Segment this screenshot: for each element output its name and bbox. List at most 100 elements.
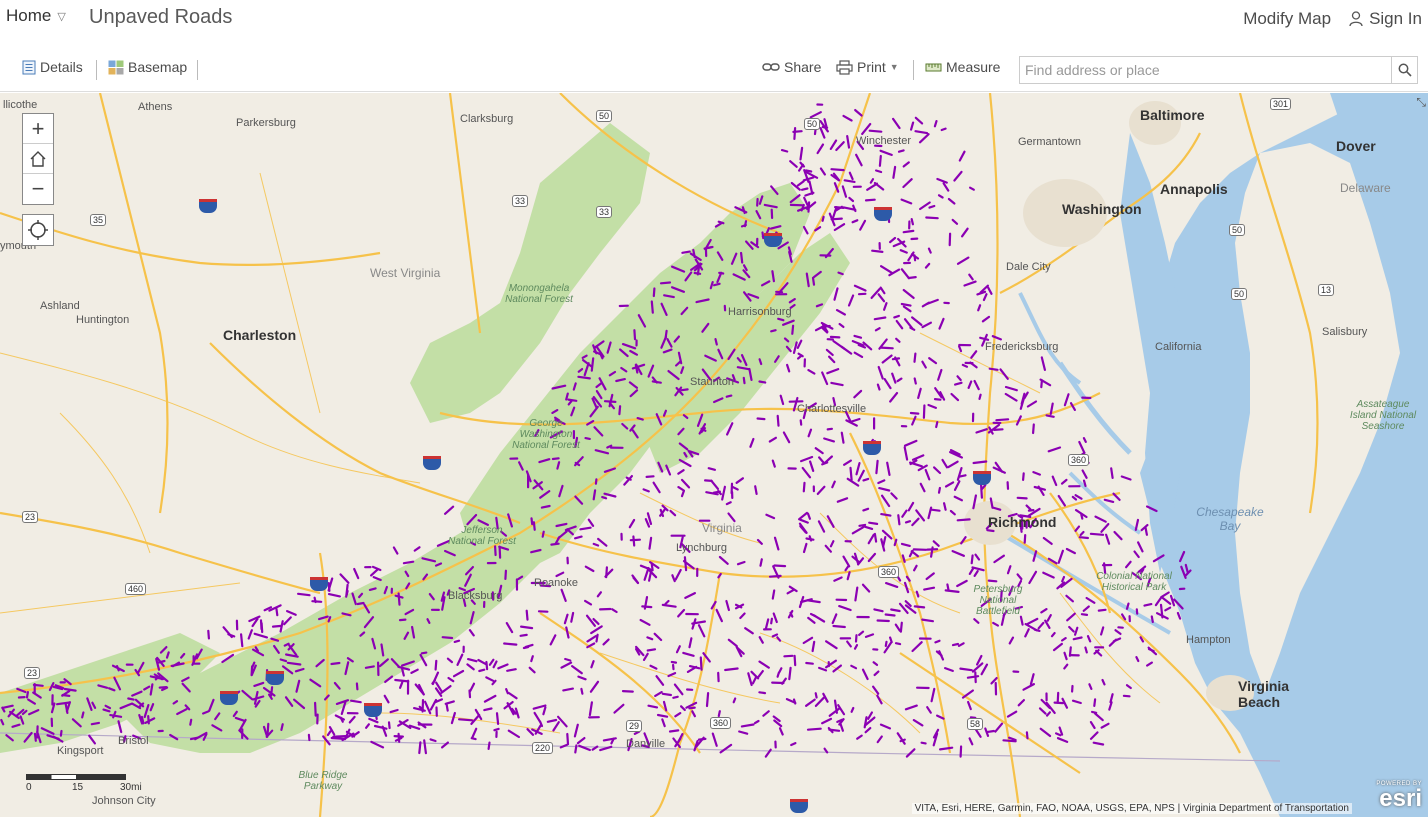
unpaved-road-segment	[867, 552, 877, 563]
unpaved-road-segment	[719, 743, 733, 754]
place-label: Huntington	[76, 314, 130, 326]
unpaved-road-segment	[937, 194, 944, 199]
map-view[interactable]: 50 50 35 33 33 23 460 301 50 50 13 360 3…	[0, 93, 1428, 817]
unpaved-road-segment	[650, 300, 654, 314]
unpaved-road-segment	[829, 335, 841, 339]
unpaved-road-segment	[270, 686, 274, 697]
search-input[interactable]	[1020, 57, 1392, 83]
home-menu[interactable]: Home ▽	[6, 6, 66, 26]
unpaved-road-segment	[953, 381, 963, 386]
details-button[interactable]: Details	[22, 59, 83, 75]
unpaved-road-segment	[1056, 737, 1069, 744]
unpaved-road-segment	[846, 477, 860, 487]
unpaved-road-segment	[664, 329, 668, 340]
unpaved-road-segment	[756, 538, 763, 545]
unpaved-road-segment	[979, 336, 990, 341]
unpaved-road-segment	[861, 583, 871, 593]
unpaved-road-segment	[247, 629, 253, 640]
unpaved-road-segment	[469, 682, 476, 693]
place-label: Charlottesville	[797, 403, 867, 415]
scalebar-tick: 15	[72, 782, 84, 793]
home-extent-button[interactable]	[23, 144, 53, 174]
unpaved-road-segment	[953, 495, 964, 502]
unpaved-road-segment	[525, 609, 529, 621]
unpaved-road-segment	[655, 675, 665, 686]
share-button[interactable]: Share	[762, 59, 821, 75]
toolbar-divider	[913, 60, 914, 80]
unpaved-road-segment	[1133, 550, 1140, 559]
unpaved-road-segment	[980, 663, 989, 676]
unpaved-road-segment	[365, 723, 370, 729]
unpaved-road-segment	[930, 687, 936, 703]
unpaved-road-segment	[971, 566, 985, 572]
place-label: Staunton	[690, 376, 735, 388]
route-shield: 360	[710, 717, 732, 729]
unpaved-road-segment	[951, 218, 959, 225]
locate-button[interactable]	[22, 214, 54, 246]
unpaved-road-segment	[705, 691, 710, 708]
scalebar-tick: 30mi	[120, 782, 142, 793]
unpaved-road-segment	[858, 630, 865, 637]
place-label: Richmond	[988, 514, 1057, 530]
unpaved-road-segment	[644, 518, 651, 528]
unpaved-road-segment	[739, 612, 746, 620]
unpaved-road-segment	[853, 284, 867, 292]
unpaved-road-segment	[805, 661, 814, 665]
unpaved-road-segment	[642, 488, 650, 493]
esri-logo[interactable]: POWERED BY esri	[1360, 781, 1422, 815]
unpaved-road-segment	[1060, 478, 1068, 485]
unpaved-road-segment	[1053, 701, 1065, 705]
unpaved-road-segment	[749, 437, 755, 448]
unpaved-road-segment	[1084, 646, 1088, 654]
unpaved-road-segment	[372, 576, 382, 582]
measure-button[interactable]: Measure	[925, 59, 1000, 75]
unpaved-road-segment	[893, 314, 901, 319]
zoom-in-button[interactable]: +	[23, 114, 53, 144]
route-shield: 33	[596, 206, 613, 218]
unpaved-road-segment	[275, 607, 279, 617]
print-button[interactable]: Print ▼	[836, 59, 899, 75]
unpaved-road-segment	[829, 540, 835, 548]
unpaved-road-segment	[652, 481, 661, 494]
modify-map-link[interactable]: Modify Map	[1243, 9, 1331, 29]
unpaved-road-segment	[814, 447, 824, 455]
unpaved-road-segment	[1074, 494, 1083, 500]
unpaved-road-segment	[807, 428, 813, 438]
unpaved-road-segment	[814, 326, 823, 332]
unpaved-road-segment	[727, 512, 736, 523]
unpaved-road-segment	[1103, 498, 1115, 503]
expand-icon[interactable]: ⤡	[1416, 95, 1426, 110]
unpaved-road-segment	[851, 526, 865, 535]
route-shield: 360	[878, 566, 900, 578]
zoom-out-button[interactable]: −	[23, 174, 53, 204]
unpaved-road-segment	[127, 697, 135, 701]
unpaved-road-segment	[912, 564, 918, 572]
route-shield: 50	[596, 110, 613, 122]
toolbar-divider	[197, 60, 198, 80]
unpaved-road-segment	[1025, 617, 1039, 626]
unpaved-road-segment	[897, 514, 901, 526]
unpaved-road-segment	[936, 177, 948, 184]
basemap-button[interactable]: Basemap	[108, 59, 187, 75]
search-button[interactable]	[1391, 57, 1417, 83]
unpaved-road-segment	[725, 599, 731, 612]
unpaved-road-segment	[853, 334, 863, 339]
unpaved-road-segment	[588, 701, 594, 717]
interstate-shield-64	[423, 456, 441, 470]
unpaved-road-segment	[933, 120, 938, 128]
unpaved-road-segment	[680, 388, 689, 392]
unpaved-road-segment	[1025, 731, 1029, 740]
unpaved-road-segment	[881, 354, 893, 364]
unpaved-road-segment	[1073, 626, 1079, 636]
unpaved-road-segment	[879, 723, 892, 730]
unpaved-road-segment	[1024, 628, 1030, 638]
sign-in-link[interactable]: Sign In	[1349, 9, 1422, 29]
unpaved-road-segment	[844, 565, 850, 572]
unpaved-road-segment	[921, 321, 933, 329]
unpaved-road-segment	[837, 271, 844, 276]
unpaved-road-segment	[807, 369, 816, 375]
unpaved-road-segment	[778, 727, 784, 736]
unpaved-road-segment	[873, 181, 885, 191]
unpaved-road-segment	[809, 111, 822, 119]
unpaved-road-segment	[434, 659, 438, 671]
